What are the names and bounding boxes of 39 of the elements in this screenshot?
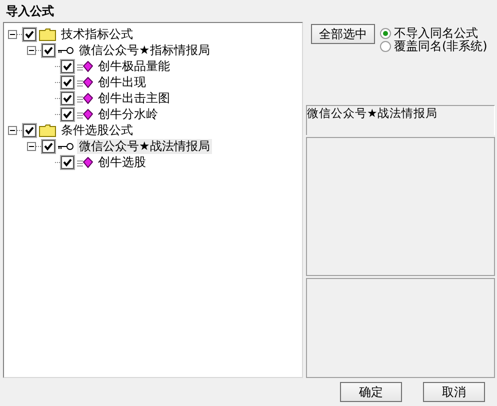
- checkbox[interactable]: [42, 44, 55, 56]
- dialog-button[interactable]: 取消: [423, 382, 485, 402]
- tree-item[interactable]: 微信公众号★指标情报局: [77, 42, 212, 58]
- collapse-toggle[interactable]: [27, 142, 36, 150]
- checkbox[interactable]: [23, 124, 36, 136]
- select-all-button[interactable]: 全部选中: [311, 24, 375, 44]
- checkbox[interactable]: [42, 140, 55, 152]
- tree-item[interactable]: 创牛出现: [96, 74, 148, 90]
- option-label[interactable]: 覆盖同名(非系统): [394, 38, 488, 55]
- tree-item[interactable]: 条件选股公式: [59, 122, 135, 138]
- tree-item[interactable]: 技术指标公式: [59, 26, 135, 42]
- formula-icon: [77, 108, 93, 120]
- checkbox[interactable]: [61, 156, 74, 168]
- tree-item[interactable]: 创牛选股: [96, 154, 148, 170]
- key-icon: [58, 142, 74, 150]
- formula-name: 微信公众号★战法情报局: [307, 106, 438, 120]
- formula-icon: [77, 156, 93, 168]
- checkbox[interactable]: [61, 76, 74, 88]
- tree-item[interactable]: 创牛分水岭: [96, 106, 160, 122]
- dialog-button[interactable]: 确定: [340, 382, 402, 402]
- collapse-toggle[interactable]: [8, 126, 17, 134]
- formula-icon: [77, 92, 93, 104]
- window-title: 导入公式: [5, 3, 55, 20]
- radio-button[interactable]: [380, 41, 391, 52]
- tree-item[interactable]: 创牛极品量能: [96, 58, 172, 74]
- folder-icon: [39, 124, 56, 136]
- key-icon: [58, 46, 74, 54]
- checkbox[interactable]: [23, 28, 36, 40]
- radio-button[interactable]: [380, 28, 391, 39]
- checkbox[interactable]: [61, 108, 74, 120]
- checkbox[interactable]: [61, 92, 74, 104]
- tree-item[interactable]: 微信公众号★战法情报局: [77, 138, 212, 154]
- checkbox[interactable]: [61, 60, 74, 72]
- tree-item[interactable]: 创牛出击主图: [96, 90, 172, 106]
- collapse-toggle[interactable]: [8, 30, 17, 38]
- folder-icon: [39, 28, 56, 40]
- formula-icon: [77, 60, 93, 72]
- collapse-toggle[interactable]: [27, 46, 36, 54]
- formula-icon: [77, 76, 93, 88]
